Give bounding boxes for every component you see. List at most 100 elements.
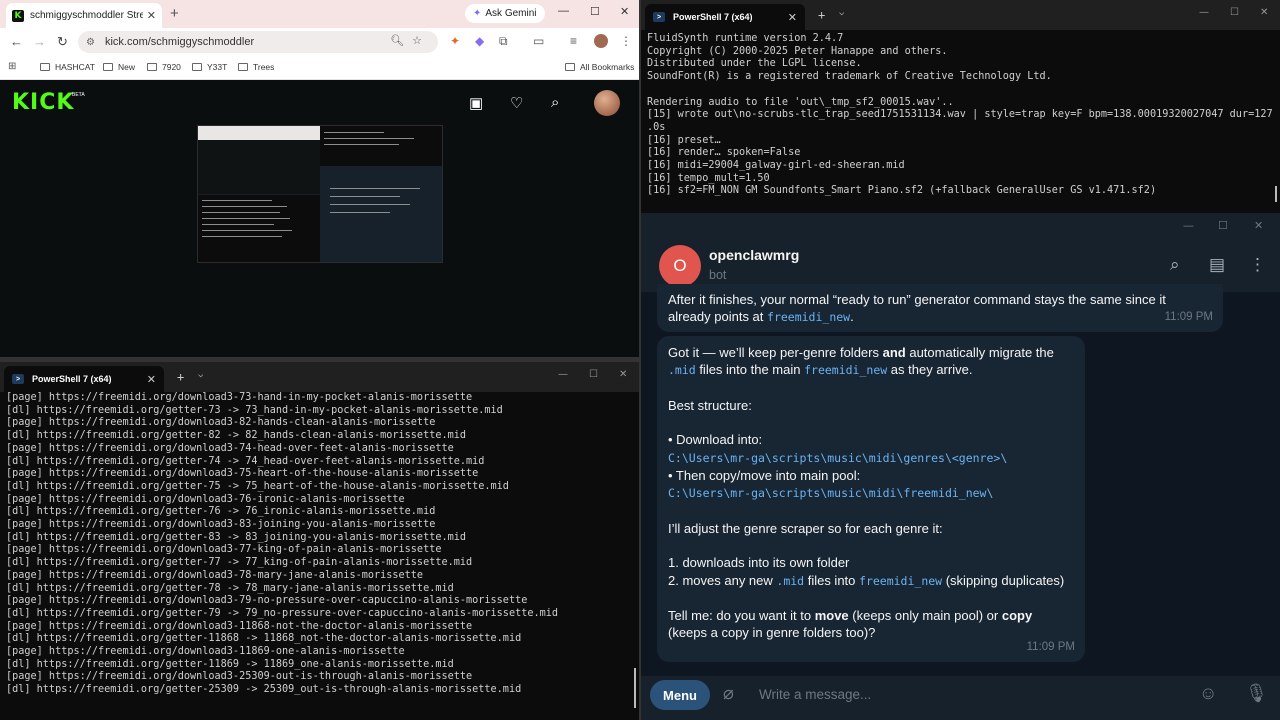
bookmark-folder-y33t[interactable]: Y33T [192, 62, 227, 72]
zoom-and-bookmark-icons[interactable]: 🔍︎☆ [390, 34, 430, 47]
new-tab-icon[interactable]: + [177, 370, 184, 384]
tab-close-icon[interactable]: ✕ [788, 11, 797, 24]
close-window-icon[interactable]: ✕ [620, 5, 629, 18]
inline-code[interactable]: .mid [668, 363, 696, 377]
terminal-output[interactable]: FluidSynth runtime version 2.4.7 Copyrigh… [647, 33, 1273, 211]
terminal-line: Rendering audio to file 'out\_tmp_sf2_00… [647, 96, 954, 108]
inline-code[interactable]: C:\Users\mr-ga\scripts\music\midi\genres… [668, 451, 1007, 465]
microphone-icon[interactable]: 🎙︎ [1245, 683, 1268, 704]
bookmark-folder-trees[interactable]: Trees [238, 62, 274, 72]
message-text-span: files into the main [695, 362, 805, 378]
chat-name[interactable]: openclawmrg [709, 247, 799, 263]
ask-gemini-button[interactable]: ✦ Ask Gemini [465, 4, 545, 23]
minimize-icon[interactable]: — [1199, 7, 1209, 18]
terminal-output[interactable]: [page] https://freemidi.org/download3-73… [6, 392, 631, 697]
message-text-span: files into [804, 572, 860, 588]
maximize-icon[interactable]: ☐ [1218, 219, 1228, 232]
address-bar[interactable]: ⚙ kick.com/schmiggyschmoddler 🔍︎☆ [78, 31, 438, 53]
inline-code[interactable]: freemidi_new [767, 310, 850, 324]
back-icon[interactable]: ← [10, 34, 23, 49]
maximize-icon[interactable]: ☐ [590, 5, 600, 18]
search-icon[interactable]: ⌕ [551, 94, 559, 111]
close-window-icon[interactable]: ✕ [619, 369, 627, 380]
attach-paperclip-icon[interactable]: ⌀ [723, 683, 734, 704]
new-tab-icon[interactable]: + [818, 8, 825, 22]
terminal-tab-title: PowerShell 7 (x64) [32, 374, 112, 384]
reload-icon[interactable]: ↻ [57, 34, 68, 50]
terminal-line: [page] https://freemidi.org/download3-74… [6, 442, 454, 454]
message-input[interactable]: Write a message... [759, 687, 871, 702]
message-time: 11:09 PM [1026, 640, 1075, 653]
user-avatar[interactable] [594, 90, 620, 116]
tab-close-icon[interactable]: ✕ [147, 9, 156, 22]
kick-logo[interactable]: KICK [12, 90, 74, 115]
extension-cloud-icon[interactable]: ◆ [475, 34, 484, 48]
preview-text-line [324, 132, 384, 133]
chat-avatar[interactable]: O [659, 245, 701, 287]
extensions-puzzle-icon[interactable]: ⧉ [499, 34, 508, 49]
terminal-tab[interactable]: > PowerShell 7 (x64) ✕ [4, 366, 164, 392]
bookmark-folder-7920[interactable]: 7920 [147, 62, 181, 72]
message-paragraph: 1. downloads into its own folder 2. move… [668, 554, 1074, 590]
inline-code[interactable]: .mid [776, 574, 804, 588]
site-info-icon[interactable]: ⚙ [86, 37, 95, 48]
close-window-icon[interactable]: ✕ [1260, 7, 1268, 18]
extension-fox-icon[interactable]: ✦ [450, 34, 460, 48]
inline-code[interactable]: freemidi_new [859, 574, 942, 588]
preview-text-line [324, 144, 399, 145]
bookmark-label: HASHCAT [55, 62, 95, 72]
apps-grid-icon[interactable]: ⊞ [8, 61, 16, 72]
browser-menu-icon[interactable]: ⋮ [620, 34, 632, 48]
dropdown-chevron-icon[interactable]: ⌵ [839, 8, 844, 18]
close-window-icon[interactable]: ✕ [1254, 219, 1263, 232]
bookmark-folder-new[interactable]: New [103, 62, 135, 72]
minimize-icon[interactable]: — [558, 369, 568, 380]
terminal-scrollbar[interactable] [634, 668, 636, 708]
powershell-window-bottom: > PowerShell 7 (x64) ✕ + ⌵ — ☐ ✕ [page] … [0, 362, 639, 720]
kick-beta-label: BETA [72, 92, 85, 98]
terminal-line: [dl] https://freemidi.org/getter-75 -> 7… [6, 480, 509, 492]
browse-icon[interactable]: ▣ [469, 94, 483, 112]
bookmark-label: New [118, 62, 136, 72]
preview-text-line [330, 188, 420, 189]
bot-menu-button[interactable]: Menu [650, 680, 710, 710]
message-bubble[interactable]: Got it — we’ll keep per-genre folders an… [657, 336, 1085, 662]
terminal-titlebar: > PowerShell 7 (x64) ✕ + ⌵ — ☐ ✕ [0, 362, 639, 392]
stream-video-player[interactable] [197, 125, 443, 263]
following-heart-icon[interactable]: ♡ [510, 94, 523, 112]
tab-close-icon[interactable]: ✕ [147, 373, 156, 386]
new-tab-button[interactable]: + [170, 5, 179, 22]
minimize-icon[interactable]: — [558, 5, 569, 17]
terminal-line: [dl] https://freemidi.org/getter-78 -> 7… [6, 582, 454, 594]
inline-code[interactable]: freemidi_new [804, 363, 887, 377]
all-bookmarks[interactable]: All Bookmarks [565, 62, 634, 72]
preview-text-line [330, 212, 390, 213]
browser-tab[interactable]: K schmiggyschmoddler Stream - ✕ [6, 3, 162, 28]
terminal-line: [16] midi=29004_galway-girl-ed-sheeran.m… [647, 160, 905, 172]
terminal-line: [dl] https://freemidi.org/getter-74 -> 7… [6, 455, 485, 467]
maximize-icon[interactable]: ☐ [589, 369, 598, 380]
more-options-icon[interactable]: ⋮ [1249, 255, 1266, 275]
dropdown-chevron-icon[interactable]: ⌵ [198, 370, 203, 380]
terminal-tab[interactable]: > PowerShell 7 (x64) ✕ [645, 4, 805, 30]
message-paragraph: Tell me: do you want it to move (keeps o… [668, 607, 1074, 642]
search-icon[interactable]: ⌕ [1170, 255, 1180, 275]
profile-avatar[interactable] [594, 34, 608, 48]
terminal-line: ​ [647, 84, 1272, 97]
cast-icon[interactable]: ▭ [533, 34, 544, 48]
message-bubble[interactable]: After it finishes, your normal “ready to… [657, 284, 1223, 332]
media-controls-icon[interactable]: ≡ [570, 34, 577, 48]
bookmarks-bar: ⊞ HASHCAT New 7920 Y33T Trees All Bookma… [0, 56, 639, 80]
emoji-icon[interactable]: ☺ [1199, 683, 1217, 704]
maximize-icon[interactable]: ☐ [1230, 7, 1239, 18]
bookmark-folder-hashcat[interactable]: HASHCAT [40, 62, 95, 72]
kick-page: KICK BETA ▣ ♡ ⌕ [0, 80, 639, 357]
terminal-scrollbar[interactable] [1275, 186, 1277, 202]
inline-code[interactable]: C:\Users\mr-ga\scripts\music\midi\freemi… [668, 486, 993, 500]
sidebar-toggle-icon[interactable]: ▤ [1209, 255, 1225, 275]
browser-toolbar: ← → ↻ ⚙ kick.com/schmiggyschmoddler 🔍︎☆ … [0, 28, 639, 56]
minimize-icon[interactable]: — [1183, 219, 1194, 232]
terminal-line: [dl] https://freemidi.org/getter-77 -> 7… [6, 557, 473, 569]
preview-text-line [202, 230, 292, 231]
forward-icon[interactable]: → [33, 34, 46, 49]
